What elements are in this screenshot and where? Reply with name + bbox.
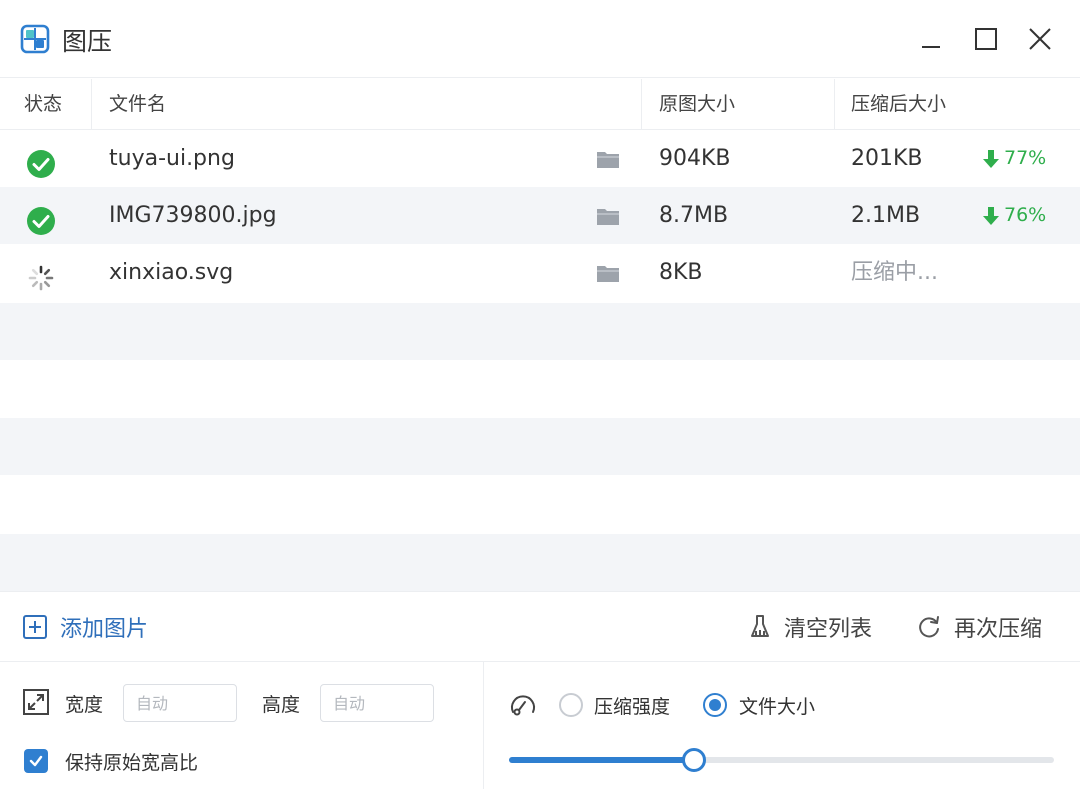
file-name: IMG739800.jpg <box>109 203 277 228</box>
clear-list-button[interactable]: 清空列表 <box>748 592 872 662</box>
slider-thumb[interactable] <box>682 748 707 772</box>
recompress-button[interactable]: 再次压缩 <box>916 592 1042 662</box>
file-name: xinxiao.svg <box>109 260 234 285</box>
height-input[interactable] <box>320 684 434 722</box>
keep-ratio-checkbox[interactable] <box>24 749 48 773</box>
column-divider[interactable] <box>91 79 92 130</box>
file-name: tuya-ui.png <box>109 146 235 171</box>
add-square-icon <box>23 615 47 639</box>
column-header-original-size[interactable]: 原图大小 <box>659 79 735 130</box>
size-reduction: 76% <box>982 187 1046 244</box>
size-reduction-percent: 77% <box>1004 147 1047 169</box>
title-bar: 图压 <box>0 0 1080 78</box>
compression-strength-label[interactable]: 压缩强度 <box>594 692 670 719</box>
status-done-icon <box>26 144 58 178</box>
refresh-icon <box>919 616 939 638</box>
original-size: 8KB <box>659 260 703 285</box>
table-row[interactable]: IMG739800.jpg 8.7MB 2.1MB 76% <box>0 187 1080 244</box>
size-reduction: 77% <box>982 130 1046 187</box>
compressed-size: 2.1MB <box>851 203 921 228</box>
empty-row <box>0 534 1080 591</box>
maximize-button[interactable] <box>966 20 1006 58</box>
column-header-compressed-size[interactable]: 压缩后大小 <box>851 79 946 130</box>
check-icon <box>29 755 43 767</box>
file-size-label[interactable]: 文件大小 <box>739 692 815 719</box>
gauge-icon <box>511 695 535 716</box>
close-button[interactable] <box>1020 20 1060 58</box>
height-label: 高度 <box>262 694 301 716</box>
keep-ratio-label[interactable]: 保持原始宽高比 <box>65 748 198 775</box>
column-divider[interactable] <box>641 79 642 130</box>
clear-list-label: 清空列表 <box>784 617 873 642</box>
empty-row <box>0 303 1080 360</box>
table-row[interactable]: xinxiao.svg 8KB 压缩中... <box>0 244 1080 301</box>
open-folder-icon[interactable] <box>596 263 622 283</box>
original-size: 8.7MB <box>659 203 729 228</box>
loading-spinner-icon <box>26 258 58 291</box>
resize-icon <box>23 689 49 715</box>
app-logo-icon <box>20 24 50 54</box>
arrow-down-icon <box>983 149 999 168</box>
radio-compression-strength[interactable] <box>559 693 583 717</box>
open-folder-icon[interactable] <box>596 149 622 169</box>
open-folder-icon[interactable] <box>596 206 622 226</box>
column-divider[interactable] <box>834 79 835 130</box>
original-size: 904KB <box>659 146 731 171</box>
broom-icon <box>751 615 769 637</box>
add-images-button[interactable]: 添加图片 <box>22 592 148 662</box>
arrow-down-icon <box>983 206 999 225</box>
file-list: tuya-ui.png 904KB 201KB 77% IMG739800.jp… <box>0 130 1080 591</box>
compressing-status: 压缩中... <box>851 260 938 285</box>
table-header: 状态 文件名 原图大小 压缩后大小 <box>0 79 1080 130</box>
close-icon <box>1029 28 1051 50</box>
compressed-size: 201KB <box>851 146 923 171</box>
empty-row <box>0 418 1080 475</box>
column-header-filename[interactable]: 文件名 <box>109 79 166 130</box>
compression-slider[interactable] <box>509 748 1054 772</box>
minimize-icon <box>922 46 940 48</box>
radio-file-size[interactable] <box>703 693 727 717</box>
minimize-button[interactable] <box>911 20 951 58</box>
action-bar: 添加图片 清空列表 再次压缩 <box>0 591 1080 662</box>
width-input[interactable] <box>123 684 237 722</box>
table-row[interactable]: tuya-ui.png 904KB 201KB 77% <box>0 130 1080 187</box>
window-title: 图压 <box>62 27 113 56</box>
panel-divider <box>483 662 484 789</box>
recompress-label: 再次压缩 <box>954 617 1043 642</box>
empty-row <box>0 360 1080 417</box>
slider-fill <box>509 757 695 763</box>
add-images-label: 添加图片 <box>60 617 149 642</box>
width-label: 宽度 <box>65 694 104 716</box>
column-header-status[interactable]: 状态 <box>24 79 62 130</box>
settings-panel: 宽度 高度 保持原始宽高比 压缩强度 文件大小 <box>0 662 1080 789</box>
empty-row <box>0 475 1080 532</box>
size-reduction-percent: 76% <box>1004 204 1047 226</box>
status-done-icon <box>26 201 58 235</box>
maximize-icon <box>975 28 997 50</box>
